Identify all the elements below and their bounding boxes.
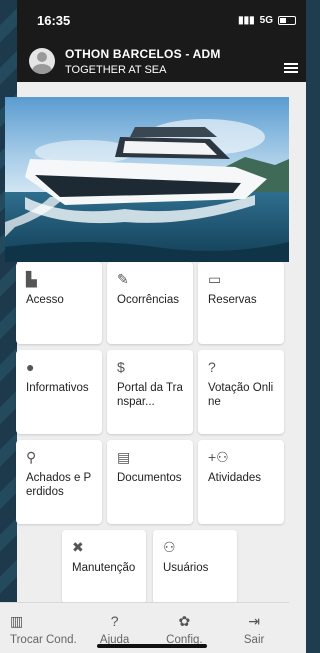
menu-card-label: Atividades: [208, 472, 262, 484]
header-titles: OTHON BARCELOS - ADM TOGETHER AT SEA: [65, 47, 284, 76]
gear-icon: ✿: [178, 613, 191, 629]
menu-card-label: Portal da Transpar...: [117, 382, 183, 408]
menu-card-achados[interactable]: ⚲ Achados e Perdidos: [16, 440, 102, 524]
battery-icon: [278, 15, 296, 25]
menu-card-acesso[interactable]: ▙ Acesso: [16, 262, 102, 344]
app-header: OTHON BARCELOS - ADM TOGETHER AT SEA: [17, 40, 306, 82]
building-icon: ▥: [10, 613, 24, 629]
logout-icon: ⇥: [248, 613, 260, 629]
tools-icon: ✖: [72, 538, 84, 555]
document-icon: ▤: [117, 448, 131, 465]
condo-title: OTHON BARCELOS - ADM: [65, 46, 221, 61]
status-time: 16:35: [37, 12, 71, 28]
menu-card-informativos[interactable]: ● Informativos: [16, 350, 102, 434]
status-indicators: ▮▮▮ 5G: [238, 15, 296, 26]
help-icon: ?: [110, 613, 119, 629]
menu-card-label: Votação Online: [208, 382, 274, 408]
dollar-icon: $: [117, 358, 125, 375]
menu-card-reservas[interactable]: ▭ Reservas: [198, 262, 284, 344]
menu-card-label: Documentos: [117, 472, 182, 484]
home-indicator: [97, 644, 207, 648]
status-bar: 16:35 ▮▮▮ 5G: [17, 0, 306, 40]
pen-check-icon: ✎: [117, 270, 129, 287]
avatar[interactable]: [29, 48, 55, 74]
add-users-icon: +⚇: [208, 448, 229, 465]
menu-card-label: Achados e Perdidos: [26, 472, 92, 498]
condo-subtitle: TOGETHER AT SEA: [65, 63, 167, 76]
menu-card-label: Usuários: [163, 562, 209, 574]
nav-item-label: Trocar Cond.: [10, 634, 77, 646]
menu-card-label: Reservas: [208, 294, 257, 306]
calendar-icon: ▭: [208, 270, 222, 287]
menu-card-label: Ocorrências: [117, 294, 179, 306]
search-icon: ⚲: [26, 448, 37, 465]
menu-card-ocorrencias[interactable]: ✎ Ocorrências: [107, 262, 193, 344]
network-label: 5G: [259, 14, 273, 26]
menu-card-documentos[interactable]: ▤ Documentos: [107, 440, 193, 524]
menu-card-label: Acesso: [26, 294, 64, 306]
menu-card-usuarios[interactable]: ⚇ Usuários: [153, 530, 237, 604]
menu-card-votacao[interactable]: ? Votação Online: [198, 350, 284, 434]
signal-icon: ▮▮▮: [238, 14, 255, 26]
hero-image-yacht: [5, 97, 289, 262]
question-icon: ?: [208, 358, 216, 375]
menu-card-manutencao[interactable]: ✖ Manutenção: [62, 530, 146, 604]
nav-item-label: Sair: [243, 634, 265, 646]
nav-item-building[interactable]: ▥ Trocar Cond.: [0, 603, 80, 653]
menu-card-label: Manutenção: [72, 562, 136, 574]
nav-item-logout[interactable]: ⇥ Sair: [219, 603, 289, 653]
menu-card-label: Informativos: [26, 382, 89, 394]
hamburger-menu-icon[interactable]: [284, 63, 298, 73]
menu-card-atividades[interactable]: +⚇ Atividades: [198, 440, 284, 524]
menu-card-portal[interactable]: $ Portal da Transpar...: [107, 350, 193, 434]
user-gear-icon: ⚇: [163, 538, 176, 555]
info-icon: ●: [26, 358, 35, 375]
door-icon: ▙: [26, 270, 37, 287]
